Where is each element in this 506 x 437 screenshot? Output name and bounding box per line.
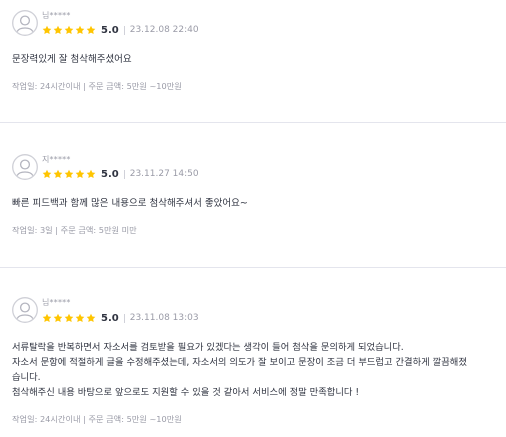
rating-score: 5.0 bbox=[101, 168, 119, 180]
reviewer-name: 님***** bbox=[42, 11, 71, 20]
user-avatar-icon bbox=[12, 154, 38, 180]
star-rating bbox=[42, 313, 96, 323]
review-text: 문장력있게 잘 첨삭해주셨어요 bbox=[12, 52, 498, 67]
rating-row: 5.0 23.11.27 14:50 bbox=[42, 167, 199, 181]
review-text-line: 서류탈락을 반복하면서 자소서를 검토받을 필요가 있겠다는 생각이 들어 첨삭… bbox=[12, 342, 404, 353]
separator bbox=[123, 25, 125, 35]
star-icon bbox=[53, 25, 63, 34]
star-icon bbox=[75, 169, 85, 178]
star-icon bbox=[53, 313, 63, 322]
reviewer-name: 님***** bbox=[42, 298, 71, 307]
review-date: 23.11.27 14:50 bbox=[129, 169, 199, 179]
review-item: 지***** 5.0 23.11.27 14:50 빠른 피드백과 함께 많은 … bbox=[0, 123, 506, 253]
star-icon bbox=[64, 25, 74, 34]
review-list: 님***** 5.0 23.12.08 22:40 문장력있게 잘 첨삭해주셨어… bbox=[0, 0, 506, 437]
separator bbox=[123, 169, 125, 179]
review-text: 서류탈락을 반복하면서 자소서를 검토받을 필요가 있겠다는 생각이 들어 첨삭… bbox=[12, 340, 498, 400]
review-date: 23.11.08 13:03 bbox=[129, 313, 199, 323]
separator bbox=[123, 313, 125, 323]
review-item: 님***** 5.0 23.11.08 13:03 서류탈락을 반복하면서 자소… bbox=[0, 268, 506, 437]
star-icon bbox=[53, 169, 63, 178]
star-icon bbox=[42, 25, 52, 34]
star-icon bbox=[86, 25, 96, 34]
star-icon bbox=[86, 169, 96, 178]
rating-score: 5.0 bbox=[101, 24, 119, 36]
star-icon bbox=[42, 169, 52, 178]
star-rating bbox=[42, 169, 96, 179]
review-text-line: 빠른 피드백과 함께 많은 내용으로 첨삭해주셔서 좋았어요~ bbox=[12, 198, 248, 209]
order-info: 작업일: 24시간이내 | 주문 금액: 5만원 ~10만원 bbox=[12, 414, 182, 424]
star-rating bbox=[42, 25, 96, 35]
review-text-line: 습니다. bbox=[12, 372, 41, 383]
star-icon bbox=[75, 313, 85, 322]
review-text-line: 문장력있게 잘 첨삭해주셨어요 bbox=[12, 54, 132, 65]
reviewer-name: 지***** bbox=[42, 155, 71, 164]
rating-score: 5.0 bbox=[101, 312, 119, 324]
rating-row: 5.0 23.12.08 22:40 bbox=[42, 23, 199, 37]
review-text-line: 첨삭해주신 내용 바탕으로 앞으로도 지원할 수 있을 것 같아서 서비스에 정… bbox=[12, 387, 360, 398]
user-avatar-icon bbox=[12, 10, 38, 36]
star-icon bbox=[64, 313, 74, 322]
star-icon bbox=[86, 313, 96, 322]
review-text-line: 자소서 문항에 적절하게 글을 수정해주셨는데, 자소서의 의도가 잘 보이고 … bbox=[12, 357, 467, 368]
order-info: 작업일: 24시간이내 | 주문 금액: 5만원 ~10만원 bbox=[12, 81, 182, 91]
rating-row: 5.0 23.11.08 13:03 bbox=[42, 311, 199, 325]
star-icon bbox=[42, 313, 52, 322]
order-info: 작업일: 3일 | 주문 금액: 5만원 미만 bbox=[12, 225, 137, 235]
user-avatar-icon bbox=[12, 297, 38, 323]
review-text: 빠른 피드백과 함께 많은 내용으로 첨삭해주셔서 좋았어요~ bbox=[12, 196, 498, 211]
review-date: 23.12.08 22:40 bbox=[129, 25, 199, 35]
review-item: 님***** 5.0 23.12.08 22:40 문장력있게 잘 첨삭해주셨어… bbox=[0, 0, 506, 122]
star-icon bbox=[64, 169, 74, 178]
star-icon bbox=[75, 25, 85, 34]
